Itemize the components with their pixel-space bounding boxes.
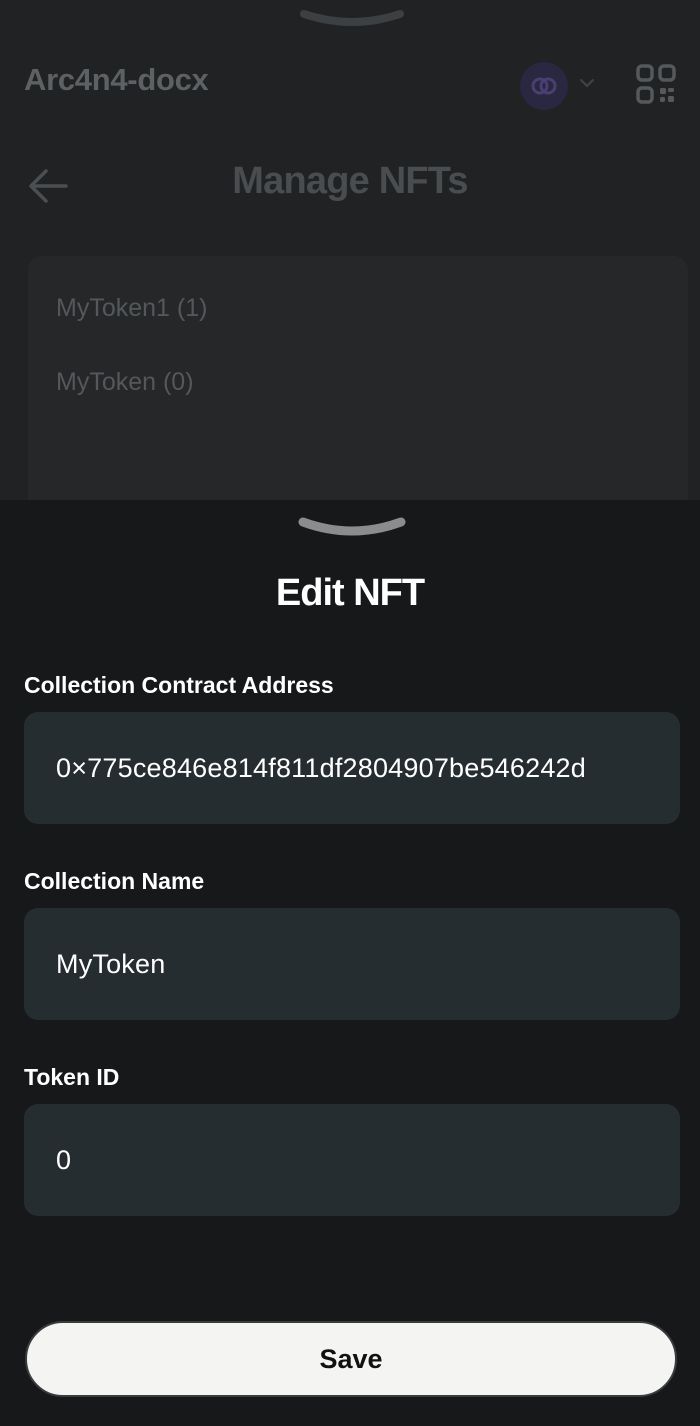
drag-handle-icon[interactable] — [298, 514, 406, 538]
token-id-input[interactable] — [24, 1104, 680, 1216]
collection-name-input[interactable] — [24, 908, 680, 1020]
network-logo-icon[interactable] — [520, 62, 568, 110]
contract-address-label: Collection Contract Address — [24, 672, 334, 698]
collection-name-label: Collection Name — [24, 868, 205, 894]
sheet-title: Edit NFT — [275, 572, 425, 614]
chevron-down-icon[interactable] — [578, 74, 596, 92]
drag-handle-icon — [300, 10, 404, 26]
page-title: Manage NFTs — [232, 160, 468, 202]
edit-nft-sheet: Edit NFT Collection Contract Address Col… — [0, 500, 700, 1426]
qr-code-icon[interactable] — [636, 64, 676, 104]
background-screen: Arc4n4-docx Manage NFTs MyToken1 (1) MyT… — [0, 0, 700, 500]
wallet-name[interactable]: Arc4n4-docx — [24, 62, 209, 98]
list-item[interactable]: MyToken1 (1) — [56, 294, 207, 323]
list-item[interactable]: MyToken (0) — [56, 368, 194, 397]
collection-list: MyToken1 (1) MyToken (0) — [28, 256, 688, 500]
token-id-label: Token ID — [24, 1064, 120, 1090]
save-button[interactable]: Save — [25, 1321, 677, 1397]
contract-address-input[interactable] — [24, 712, 680, 824]
